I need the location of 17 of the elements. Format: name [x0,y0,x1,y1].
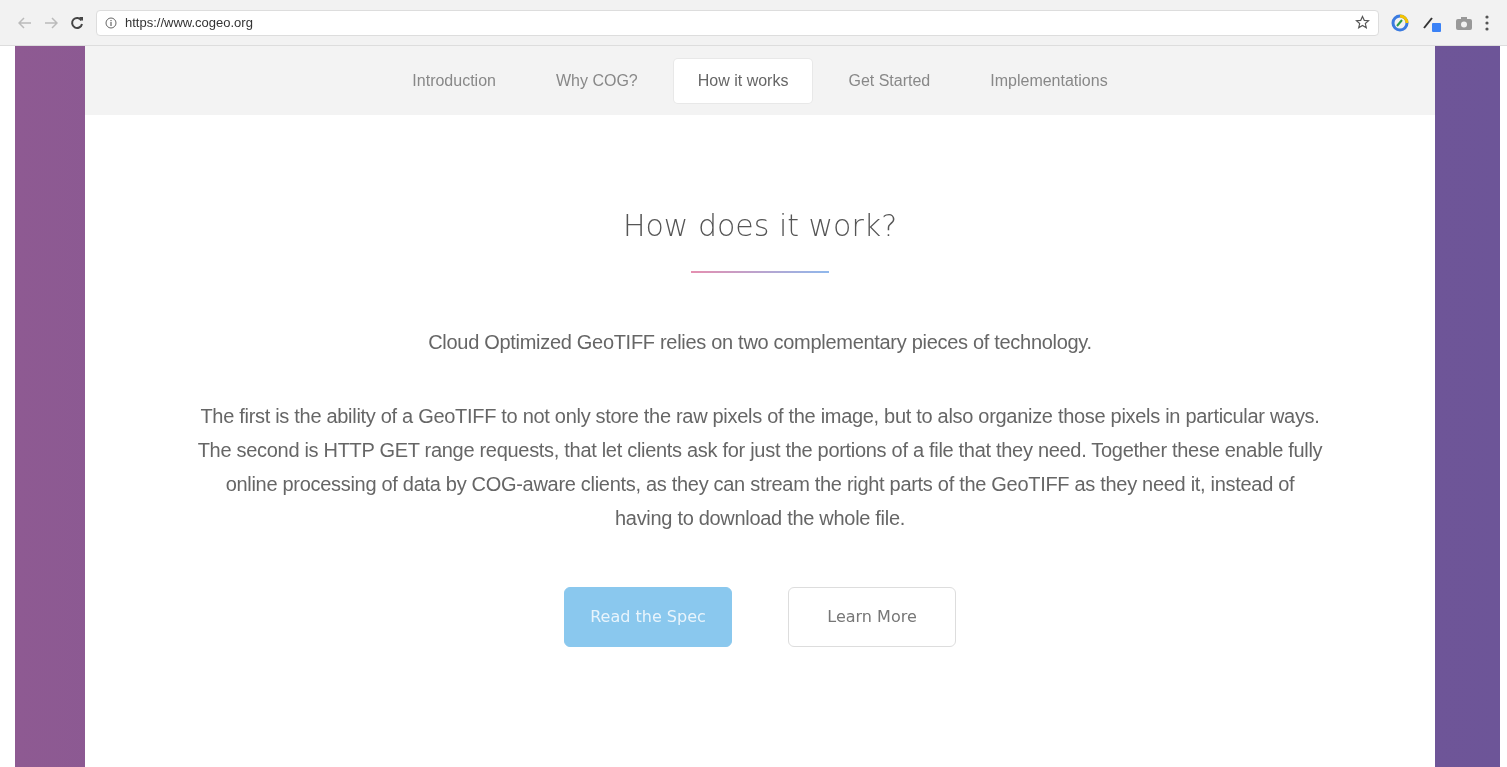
url-text: https://www.cogeo.org [125,13,253,32]
nav-tab[interactable]: Introduction [388,58,520,103]
body-paragraph: The first is the ability of a GeoTIFF to not only store the raw pixels of the image, but to also organize those pixels in particular ways. The second is HTTP GET range requests, that let clients ask for just the portions of a file that they need. Together these enable fully online processing of data by COG-aware clients, as they can stream the right parts of the GeoTIFF as they need it, instead of having to download the whole file. [196,403,1324,531]
star-icon[interactable] [1355,15,1370,30]
address-bar[interactable]: https://www.cogeo.org [96,9,1379,36]
info-icon [105,16,117,29]
extension-icon[interactable] [1391,13,1409,32]
camera-icon[interactable] [1455,14,1473,31]
reload-icon[interactable] [70,15,84,30]
section-title: How does it work? [622,207,898,245]
nav-tab[interactable]: How it works [673,58,813,103]
nav-tab[interactable]: Implementations [966,58,1132,103]
nav-tab[interactable]: Why COG? [531,58,662,103]
nav-tab[interactable]: Get Started [824,58,955,103]
action-button[interactable]: Learn More [788,586,956,647]
body-paragraph: Cloud Optimized GeoTIFF relies on two complementary pieces of technology. [428,329,1092,355]
menu-icon[interactable] [1485,14,1489,31]
